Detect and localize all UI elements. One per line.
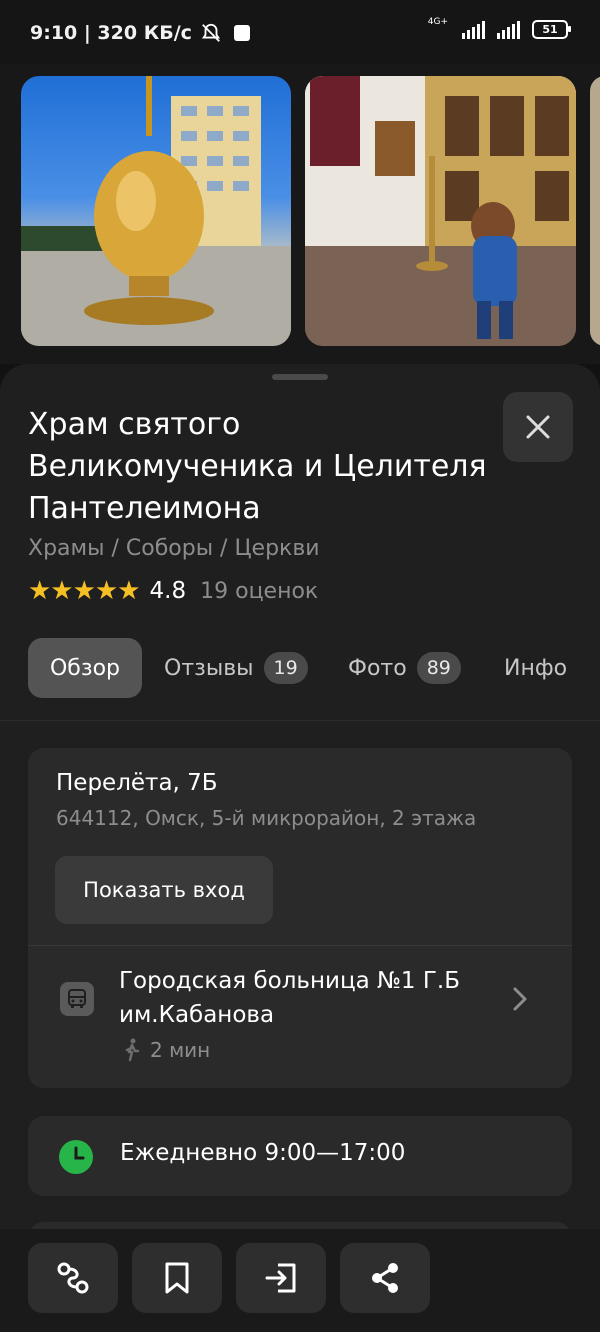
close-icon: [526, 415, 550, 439]
divider: [28, 945, 572, 946]
bottom-action-bar: [0, 1229, 600, 1332]
tab-bar: Обзор Отзывы 19 Фото 89 Инфо: [0, 636, 600, 721]
route-icon: [57, 1262, 89, 1294]
show-entrance-button[interactable]: Показать вход: [55, 856, 273, 924]
bookmark-button[interactable]: [132, 1243, 222, 1313]
bus-icon: [60, 982, 94, 1016]
signal-icon: [462, 20, 485, 39]
share-icon: [372, 1263, 398, 1293]
status-right: 4G+ 51: [427, 16, 571, 39]
church-interior-photo[interactable]: [305, 76, 576, 346]
bell-muted-icon: [201, 23, 220, 42]
clock-icon: [59, 1140, 93, 1174]
share-button[interactable]: [340, 1243, 430, 1313]
place-sheet: Храм святого Великомученика и Целителя П…: [0, 364, 600, 1332]
rating-value: 4.8: [149, 578, 187, 604]
tab-label: Инфо: [504, 655, 568, 681]
tab-photos[interactable]: Фото 89: [348, 638, 461, 698]
address-street[interactable]: Перелёта, 7Б: [56, 770, 218, 796]
walk-time-row: 2 мин: [122, 1038, 210, 1062]
church-dome-photo-art: [21, 76, 291, 346]
rating-row[interactable]: ★★★★★ 4.8 19 оценок: [28, 576, 318, 606]
tab-reviews[interactable]: Отзывы 19: [164, 638, 308, 698]
tab-label: Обзор: [49, 655, 120, 681]
address-card: Перелёта, 7Б 644112, Омск, 5-й микрорайо…: [28, 748, 572, 1088]
reviews-count-badge: 19: [263, 652, 308, 684]
star-rating-icon: ★★★★★: [28, 576, 141, 606]
address-details: 644112, Омск, 5-й микрорайон, 2 этажа: [56, 806, 477, 830]
chevron-right-icon[interactable]: [512, 986, 528, 1012]
photos-count-badge: 89: [416, 652, 461, 684]
walk-time: 2 мин: [150, 1038, 211, 1062]
network-type: 4G+: [427, 16, 448, 27]
battery-level: 51: [542, 23, 558, 36]
place-title: Храм святого Великомученика и Целителя П…: [28, 407, 487, 526]
place-category[interactable]: Храмы / Соборы / Церкви: [28, 536, 320, 561]
tab-info[interactable]: Инфо: [504, 638, 567, 698]
enter-icon: [265, 1263, 296, 1293]
drag-handle[interactable]: [272, 374, 328, 380]
transit-stop-name[interactable]: Городская больница №1 Г.Б им.Кабанова: [119, 964, 499, 1032]
signal-icon-2: [497, 20, 520, 39]
rating-count: 19 оценок: [200, 578, 319, 604]
hours-card[interactable]: Ежедневно 9:00—17:00: [28, 1116, 572, 1196]
notification-icon: [233, 25, 250, 41]
tab-label: Отзывы: [164, 655, 254, 681]
bookmark-icon: [165, 1262, 189, 1294]
tab-overview[interactable]: Обзор: [28, 638, 142, 698]
photo-gallery[interactable]: [0, 64, 600, 364]
status-left: 9:10 | 320 КБ/с: [30, 22, 250, 44]
route-button[interactable]: [28, 1243, 118, 1313]
tab-label: Фото: [348, 655, 407, 681]
church-interior-photo-art: [305, 76, 576, 346]
working-hours: Ежедневно 9:00—17:00: [120, 1140, 406, 1166]
show-entrance-label: Показать вход: [83, 878, 245, 902]
church-dome-photo[interactable]: [21, 76, 291, 346]
walking-person-icon: [125, 1038, 140, 1062]
battery-icon: 51: [532, 20, 571, 39]
partial-photo[interactable]: [590, 76, 600, 346]
close-button[interactable]: [503, 392, 573, 462]
status-bar: 9:10 | 320 КБ/с 4G+ 51: [0, 0, 600, 64]
time-and-speed: 9:10 | 320 КБ/с: [30, 22, 192, 44]
enter-button[interactable]: [236, 1243, 326, 1313]
